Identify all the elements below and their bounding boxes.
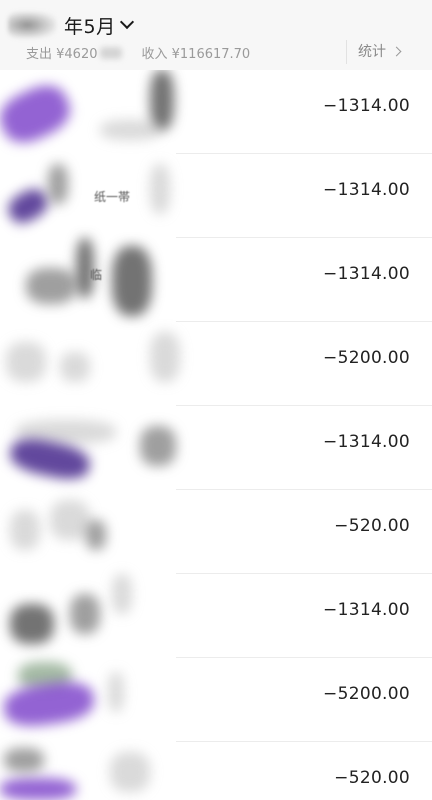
transaction-amount: −1314.00 xyxy=(323,600,410,620)
stats-label: 统计 xyxy=(358,44,386,60)
blurred-icon xyxy=(0,778,76,800)
blurred-text xyxy=(110,752,150,792)
transaction-row[interactable]: −520.00 xyxy=(0,742,432,800)
blurred-icon xyxy=(18,662,72,690)
merchant-fragment: 临 xyxy=(90,268,103,282)
blurred-text xyxy=(140,426,176,466)
blurred-icon xyxy=(10,604,54,644)
blurred-text xyxy=(70,594,100,634)
blurred-icon xyxy=(4,748,44,772)
stats-button[interactable]: 统计 xyxy=(358,40,402,62)
blurred-icon xyxy=(16,420,116,444)
chevron-down-icon xyxy=(119,14,134,30)
blurred-text xyxy=(86,520,106,550)
transaction-list: −1314.00 纸一帯 −1314.00 临 −1314.00 −5200.0… xyxy=(0,70,432,800)
blurred-icon xyxy=(3,183,53,229)
transaction-row[interactable]: −5200.00 xyxy=(0,322,432,406)
month-summary: 支出 ¥4620 收入 ¥116617.70 xyxy=(26,43,250,62)
blurred-text xyxy=(100,120,160,140)
blurred-year xyxy=(8,12,56,38)
month-selector[interactable]: 年5月 xyxy=(8,8,134,42)
transaction-row[interactable]: −520.00 xyxy=(0,490,432,574)
blurred-text xyxy=(50,500,90,540)
transaction-amount: −1314.00 xyxy=(323,96,410,116)
blurred-text xyxy=(48,164,68,204)
blurred-icon xyxy=(10,510,40,550)
transaction-amount: −520.00 xyxy=(334,768,410,788)
transaction-amount: −5200.00 xyxy=(323,684,410,704)
blurred-text xyxy=(150,332,180,382)
blurred-text xyxy=(60,352,90,382)
blurred-icon xyxy=(1,677,97,731)
blurred-icon xyxy=(6,342,46,382)
transaction-amount: −1314.00 xyxy=(323,180,410,200)
chevron-right-icon xyxy=(391,46,402,56)
month-label: 年5月 xyxy=(64,15,116,38)
expense-summary: 支出 ¥4620 xyxy=(26,47,98,62)
transaction-row[interactable]: −1314.00 xyxy=(0,574,432,658)
transaction-amount: −5200.00 xyxy=(323,348,410,368)
blurred-icon xyxy=(0,77,77,151)
blurred-text xyxy=(108,672,124,712)
bill-header: 年5月 支出 ¥4620 收入 ¥116617.70 统计 xyxy=(0,0,432,70)
divider xyxy=(346,40,347,64)
transaction-row[interactable]: −1314.00 xyxy=(0,406,432,490)
transaction-row[interactable]: −1314.00 xyxy=(0,70,432,154)
transaction-amount: −520.00 xyxy=(334,516,410,536)
blurred-text xyxy=(150,164,170,214)
blurred-text xyxy=(112,246,152,316)
blurred-expense-digits xyxy=(99,46,122,59)
bill-screen: 年5月 支出 ¥4620 收入 ¥116617.70 统计 −1314.00 纸… xyxy=(0,0,432,800)
blurred-text xyxy=(112,574,132,614)
transaction-amount: −1314.00 xyxy=(323,432,410,452)
blurred-icon xyxy=(26,268,76,304)
transaction-amount: −1314.00 xyxy=(323,264,410,284)
transaction-row[interactable]: 临 −1314.00 xyxy=(0,238,432,322)
transaction-row[interactable]: 纸一帯 −1314.00 xyxy=(0,154,432,238)
transaction-row[interactable]: −5200.00 xyxy=(0,658,432,742)
income-summary: 收入 ¥116617.70 xyxy=(141,47,251,62)
blurred-icon xyxy=(7,434,93,484)
merchant-fragment: 纸一帯 xyxy=(94,190,131,204)
blurred-text xyxy=(150,70,174,130)
